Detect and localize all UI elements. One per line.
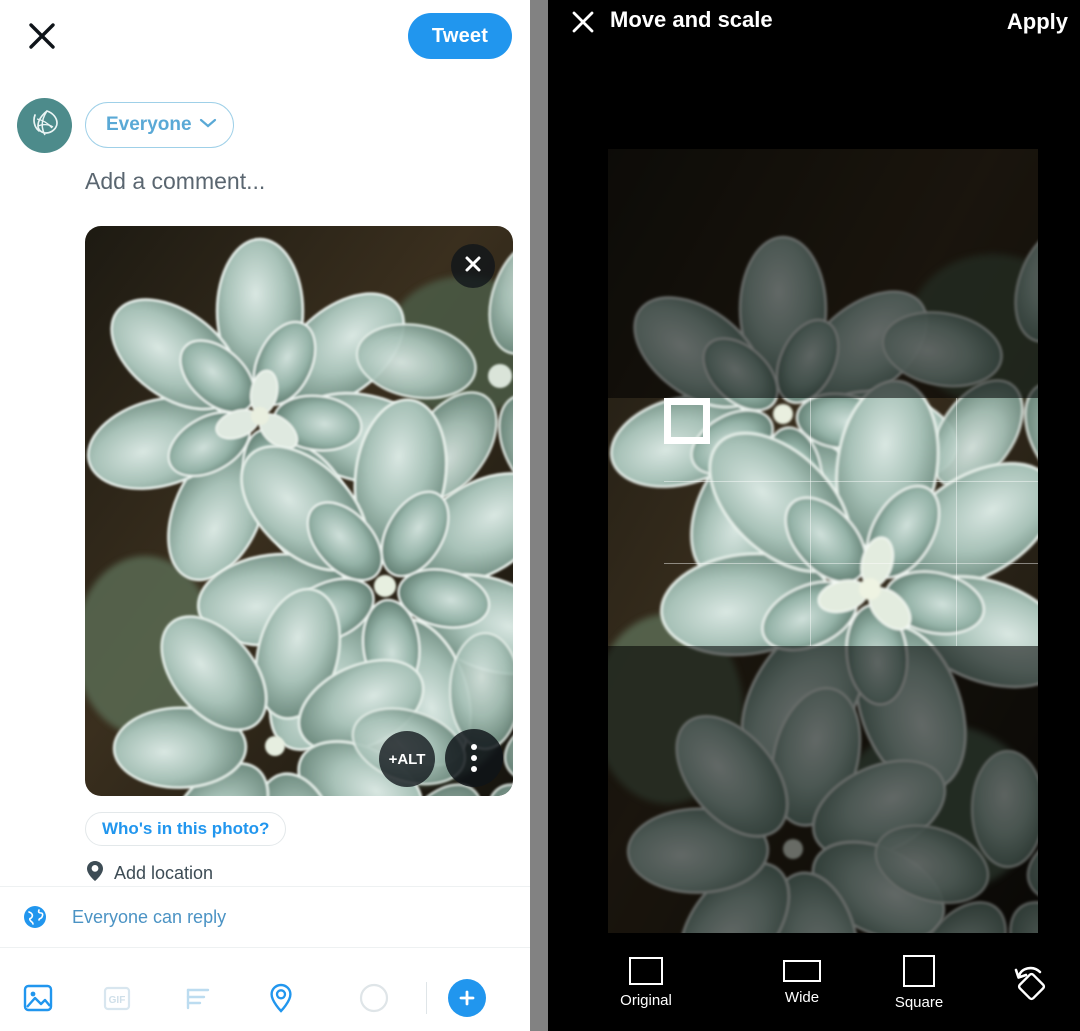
add-location-button[interactable]: Add location <box>85 860 213 887</box>
crop-header: Move and scale Apply <box>548 0 1080 44</box>
rotate-icon <box>1007 959 1051 1008</box>
reply-setting-label: Everyone can reply <box>72 906 227 927</box>
crop-mode-label: Wide <box>784 989 820 1006</box>
add-location-label: Add location <box>114 863 214 883</box>
comment-input[interactable]: Add a comment... <box>85 168 265 195</box>
location-pin-icon <box>85 860 105 887</box>
add-tweet-icon[interactable] <box>427 979 507 1017</box>
crop-dim-overlay-bottom <box>608 646 1038 933</box>
globe-icon <box>22 904 48 930</box>
character-count-icon[interactable] <box>322 982 426 1014</box>
wide-shape-icon <box>783 960 821 982</box>
crop-mode-bar: Original Wide Square <box>548 935 1080 1031</box>
remove-media-button[interactable] <box>451 244 495 288</box>
poll-icon[interactable] <box>158 982 240 1014</box>
screen-root: Tweet Everyone Add a comment... +ALT Who… <box>0 0 1080 1031</box>
rotate-button[interactable] <box>978 959 1080 1008</box>
audience-label: Everyone <box>106 114 192 135</box>
leaf-avatar-icon <box>27 105 63 146</box>
crop-stage[interactable] <box>608 149 1038 933</box>
close-icon <box>463 254 483 279</box>
identity-row: Everyone <box>0 98 530 156</box>
crop-mode-original[interactable]: Original <box>548 957 744 1009</box>
more-vertical-icon <box>471 744 477 750</box>
crop-mode-square[interactable]: Square <box>860 955 978 1011</box>
close-icon[interactable] <box>24 18 60 54</box>
page-title: Move and scale <box>610 7 773 32</box>
media-more-button[interactable] <box>445 729 503 787</box>
more-vertical-icon <box>471 766 477 772</box>
crop-dim-overlay-top <box>608 149 1038 398</box>
crop-mode-label: Original <box>620 992 672 1009</box>
audience-selector[interactable]: Everyone <box>85 102 234 148</box>
tag-people-button[interactable]: Who's in this photo? <box>85 812 287 846</box>
tweet-composer-panel: Tweet Everyone Add a comment... +ALT Who… <box>0 0 530 1031</box>
succulent-photo <box>85 226 513 796</box>
square-shape-icon <box>903 955 935 987</box>
crop-mode-wide[interactable]: Wide <box>744 960 860 1006</box>
close-icon[interactable] <box>569 8 597 36</box>
panel-divider <box>530 0 548 1031</box>
media-icon[interactable] <box>0 982 76 1014</box>
media-preview[interactable]: +ALT <box>85 226 513 796</box>
tweet-button[interactable]: Tweet <box>408 13 512 59</box>
avatar[interactable] <box>17 98 72 153</box>
svg-text:GIF: GIF <box>109 995 126 1006</box>
crop-editor-panel: Move and scale Apply Original Wide Squar… <box>548 0 1080 1031</box>
reply-setting-row[interactable]: Everyone can reply <box>0 886 530 948</box>
alt-text-button[interactable]: +ALT <box>379 731 435 787</box>
gif-icon[interactable]: GIF <box>76 982 158 1014</box>
location-icon[interactable] <box>240 982 322 1014</box>
crop-mode-label: Square <box>894 994 944 1011</box>
composer-header: Tweet <box>0 0 530 80</box>
composer-toolbar: GIF <box>0 965 530 1031</box>
original-shape-icon <box>629 957 663 985</box>
more-vertical-icon <box>471 755 477 761</box>
chevron-down-icon <box>199 116 217 134</box>
tag-people-label: Who's in this photo? <box>102 819 270 838</box>
apply-button[interactable]: Apply <box>1007 9 1068 35</box>
